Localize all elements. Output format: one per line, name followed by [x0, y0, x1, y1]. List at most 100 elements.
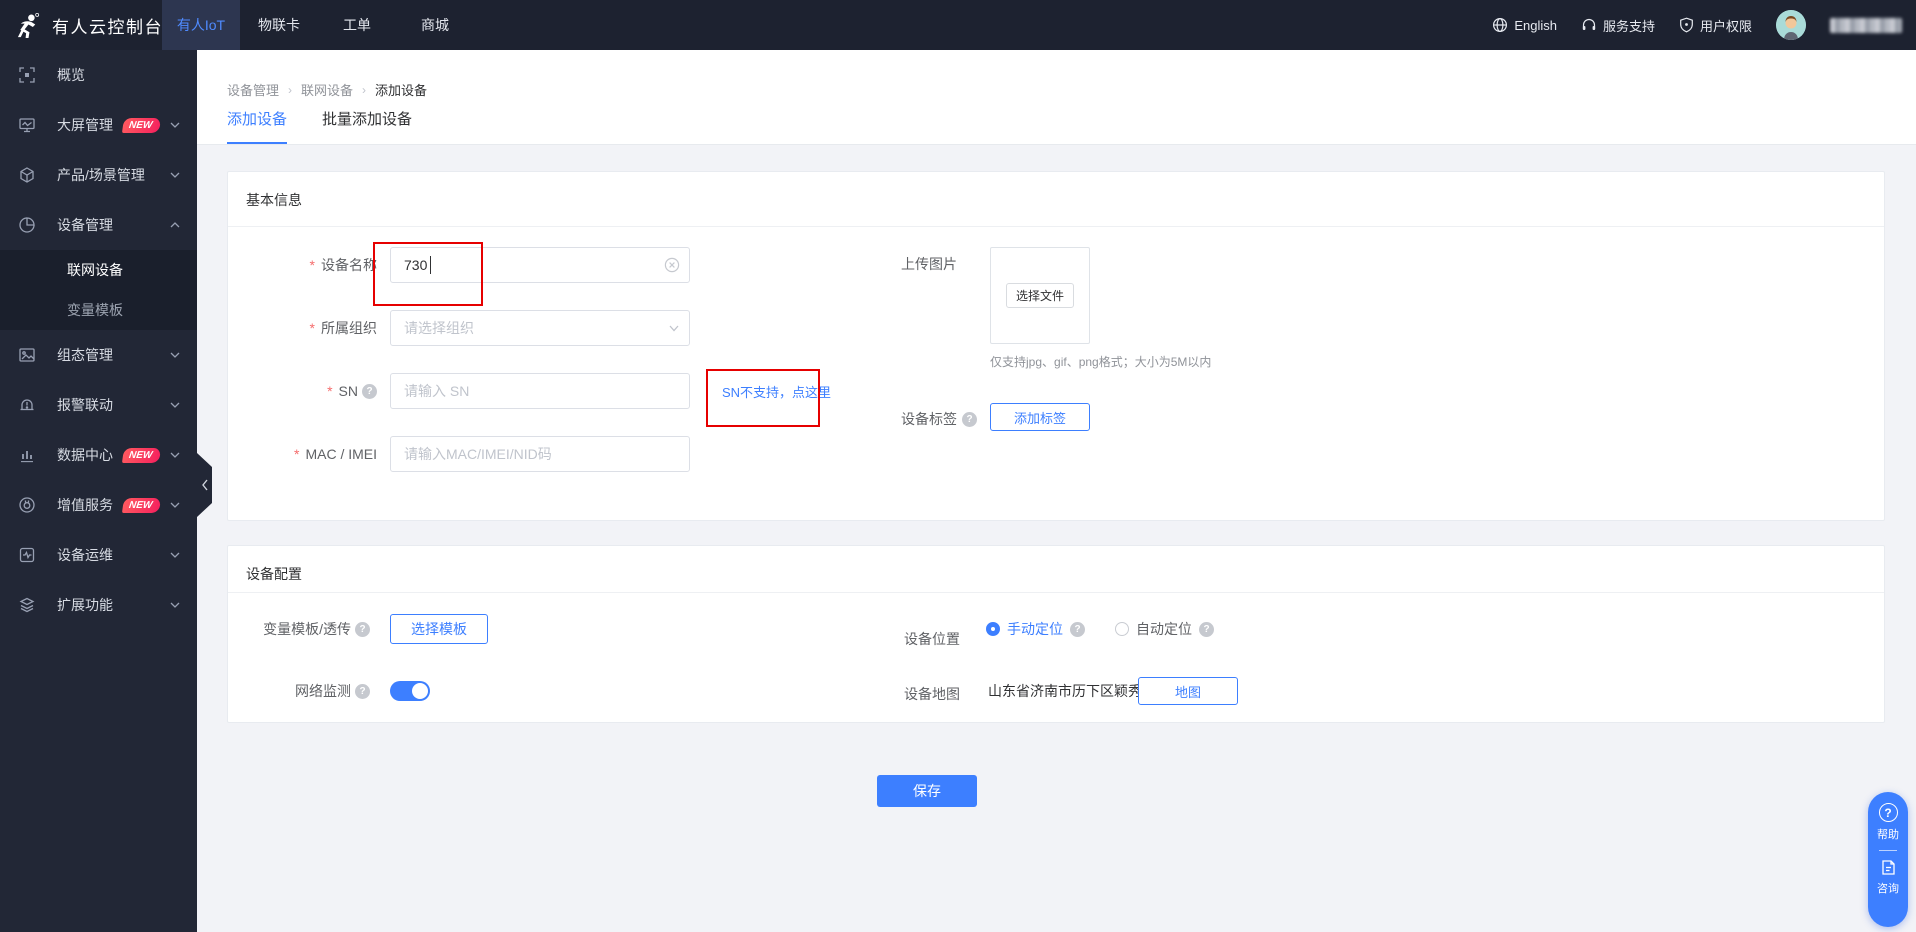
sn-label: * SN ? — [217, 373, 377, 409]
auto-location-radio[interactable] — [1115, 622, 1129, 636]
chevron-down-icon — [169, 349, 181, 361]
chevron-down-icon — [668, 323, 680, 333]
device-config-card: 设备配置 变量模板/透传 ? 选择模板 网络监测 ? 设备位置 手动定位 ? 自… — [227, 545, 1885, 723]
variable-template-help-icon[interactable]: ? — [355, 622, 370, 637]
location-radio-group: 手动定位 ? 自动定位 ? — [986, 619, 1214, 639]
network-monitor-toggle[interactable] — [390, 681, 430, 701]
new-badge: NEW — [122, 498, 161, 513]
sidebar-item-device-ops[interactable]: 设备运维 — [0, 530, 197, 580]
manual-location-radio[interactable] — [986, 622, 1000, 636]
organization-select[interactable]: 请选择组织 — [390, 310, 690, 346]
sidebar-collapse-button[interactable] — [197, 453, 212, 517]
map-button[interactable]: 地图 — [1138, 677, 1238, 705]
card-title-basic-info: 基本信息 — [246, 190, 302, 210]
page-tabs: 添加设备 批量添加设备 — [227, 108, 412, 144]
breadcrumb-separator: › — [288, 83, 292, 97]
sn-input[interactable] — [390, 373, 690, 409]
top-nav-item-iot-card[interactable]: 物联卡 — [240, 0, 318, 50]
sidebar-item-product-scene[interactable]: 产品/场景管理 — [0, 150, 197, 200]
divider — [1879, 850, 1897, 851]
device-address-text: 山东省济南市历下区颖秀路 — [988, 677, 1156, 705]
mac-imei-input[interactable] — [390, 436, 690, 472]
tab-batch-add-device[interactable]: 批量添加设备 — [322, 108, 412, 144]
device-management-submenu: 联网设备 变量模板 — [0, 250, 197, 330]
manual-location-help-icon[interactable]: ? — [1070, 622, 1085, 637]
manual-location-option[interactable]: 手动定位 — [1007, 619, 1063, 639]
device-location-label: 设备位置 — [904, 629, 960, 649]
chevron-up-icon — [169, 219, 181, 231]
clear-input-icon[interactable] — [664, 257, 680, 273]
add-tag-button[interactable]: 添加标签 — [990, 403, 1090, 431]
device-tags-help-icon[interactable]: ? — [962, 412, 977, 427]
choose-file-button[interactable]: 选择文件 — [1006, 283, 1074, 308]
mac-imei-field-wrap — [390, 436, 690, 472]
support-link[interactable]: 服务支持 — [1581, 16, 1655, 35]
sidebar-item-value-added-services[interactable]: 增值服务 NEW — [0, 480, 197, 530]
text-caret — [430, 256, 431, 274]
sidebar-item-extended-functions[interactable]: 扩展功能 — [0, 580, 197, 630]
card-title-device-config: 设备配置 — [246, 564, 302, 584]
sidebar-item-connected-devices[interactable]: 联网设备 — [0, 250, 197, 290]
network-monitor-help-icon[interactable]: ? — [355, 684, 370, 699]
tab-add-device[interactable]: 添加设备 — [227, 108, 287, 144]
pulse-monitor-icon — [18, 546, 36, 564]
username-redacted — [1830, 18, 1902, 33]
chevron-down-icon — [169, 449, 181, 461]
sidebar-item-variable-templates[interactable]: 变量模板 — [0, 290, 197, 330]
screen-icon — [18, 116, 36, 134]
headset-icon — [1581, 17, 1597, 33]
sidebar-item-overview[interactable]: 概览 — [0, 50, 197, 100]
sidebar-item-alarm-linkage[interactable]: 报警联动 — [0, 380, 197, 430]
floating-help-menu: ? 帮助 咨询 — [1868, 792, 1908, 927]
breadcrumb-add-device: 添加设备 — [375, 80, 427, 99]
device-tags-label: 设备标签 ? — [901, 409, 977, 429]
divider — [228, 226, 1884, 227]
auto-location-option[interactable]: 自动定位 — [1136, 619, 1192, 639]
breadcrumb: 设备管理 › 联网设备 › 添加设备 — [227, 80, 427, 99]
chevron-down-icon — [169, 399, 181, 411]
value-added-icon — [18, 496, 36, 514]
auto-location-help-icon[interactable]: ? — [1199, 622, 1214, 637]
breadcrumb-device-management[interactable]: 设备管理 — [227, 80, 279, 99]
top-nav-item-usr-iot[interactable]: 有人IoT — [162, 0, 240, 50]
chevron-down-icon — [169, 549, 181, 561]
upload-image-label: 上传图片 — [901, 254, 957, 274]
topbar-right: English 服务支持 用户权限 — [1492, 10, 1916, 40]
language-switch[interactable]: English — [1492, 17, 1557, 33]
save-button[interactable]: 保存 — [877, 775, 977, 807]
top-nav-item-mall[interactable]: 商城 — [396, 0, 474, 50]
top-nav: 有人IoT 物联卡 工单 商城 — [162, 0, 474, 50]
shield-icon — [1679, 17, 1694, 33]
choose-template-button[interactable]: 选择模板 — [390, 614, 488, 644]
breadcrumb-connected-devices[interactable]: 联网设备 — [301, 80, 353, 99]
sidebar: 概览 大屏管理 NEW 产品/场景管理 设备管理 联网设备 变量模板 — [0, 50, 197, 932]
pie-chart-icon — [18, 216, 36, 234]
picture-icon — [18, 346, 36, 364]
app-title: 有人云控制台 — [52, 13, 163, 38]
overview-icon — [18, 66, 36, 84]
sidebar-item-device-management[interactable]: 设备管理 — [0, 200, 197, 250]
device-map-label: 设备地图 — [904, 684, 960, 704]
device-name-input[interactable] — [390, 247, 690, 283]
avatar[interactable] — [1776, 10, 1806, 40]
upload-image-dropzone[interactable]: 选择文件 — [990, 247, 1090, 344]
layers-icon — [18, 596, 36, 614]
top-nav-item-work-order[interactable]: 工单 — [318, 0, 396, 50]
organization-label: * 所属组织 — [217, 310, 377, 346]
chevron-down-icon — [169, 499, 181, 511]
topbar: 有人云控制台 有人IoT 物联卡 工单 商城 English 服务支持 — [0, 0, 1916, 50]
globe-icon — [1492, 17, 1508, 33]
chevron-down-icon — [169, 169, 181, 181]
sidebar-item-screen-management[interactable]: 大屏管理 NEW — [0, 100, 197, 150]
permissions-link[interactable]: 用户权限 — [1679, 16, 1752, 35]
help-button[interactable]: ? 帮助 — [1877, 803, 1899, 842]
device-name-label: * 设备名称 — [217, 247, 377, 283]
sidebar-item-scada[interactable]: 组态管理 — [0, 330, 197, 380]
avatar-illustration — [1776, 10, 1806, 40]
consult-button[interactable]: 咨询 — [1877, 859, 1899, 896]
cube-icon — [18, 166, 36, 184]
sn-not-supported-link[interactable]: SN不支持，点这里 — [722, 373, 831, 409]
sn-help-icon[interactable]: ? — [362, 384, 377, 399]
sidebar-item-data-center[interactable]: 数据中心 NEW — [0, 430, 197, 480]
network-monitor-label: 网络监测 ? — [210, 673, 370, 709]
